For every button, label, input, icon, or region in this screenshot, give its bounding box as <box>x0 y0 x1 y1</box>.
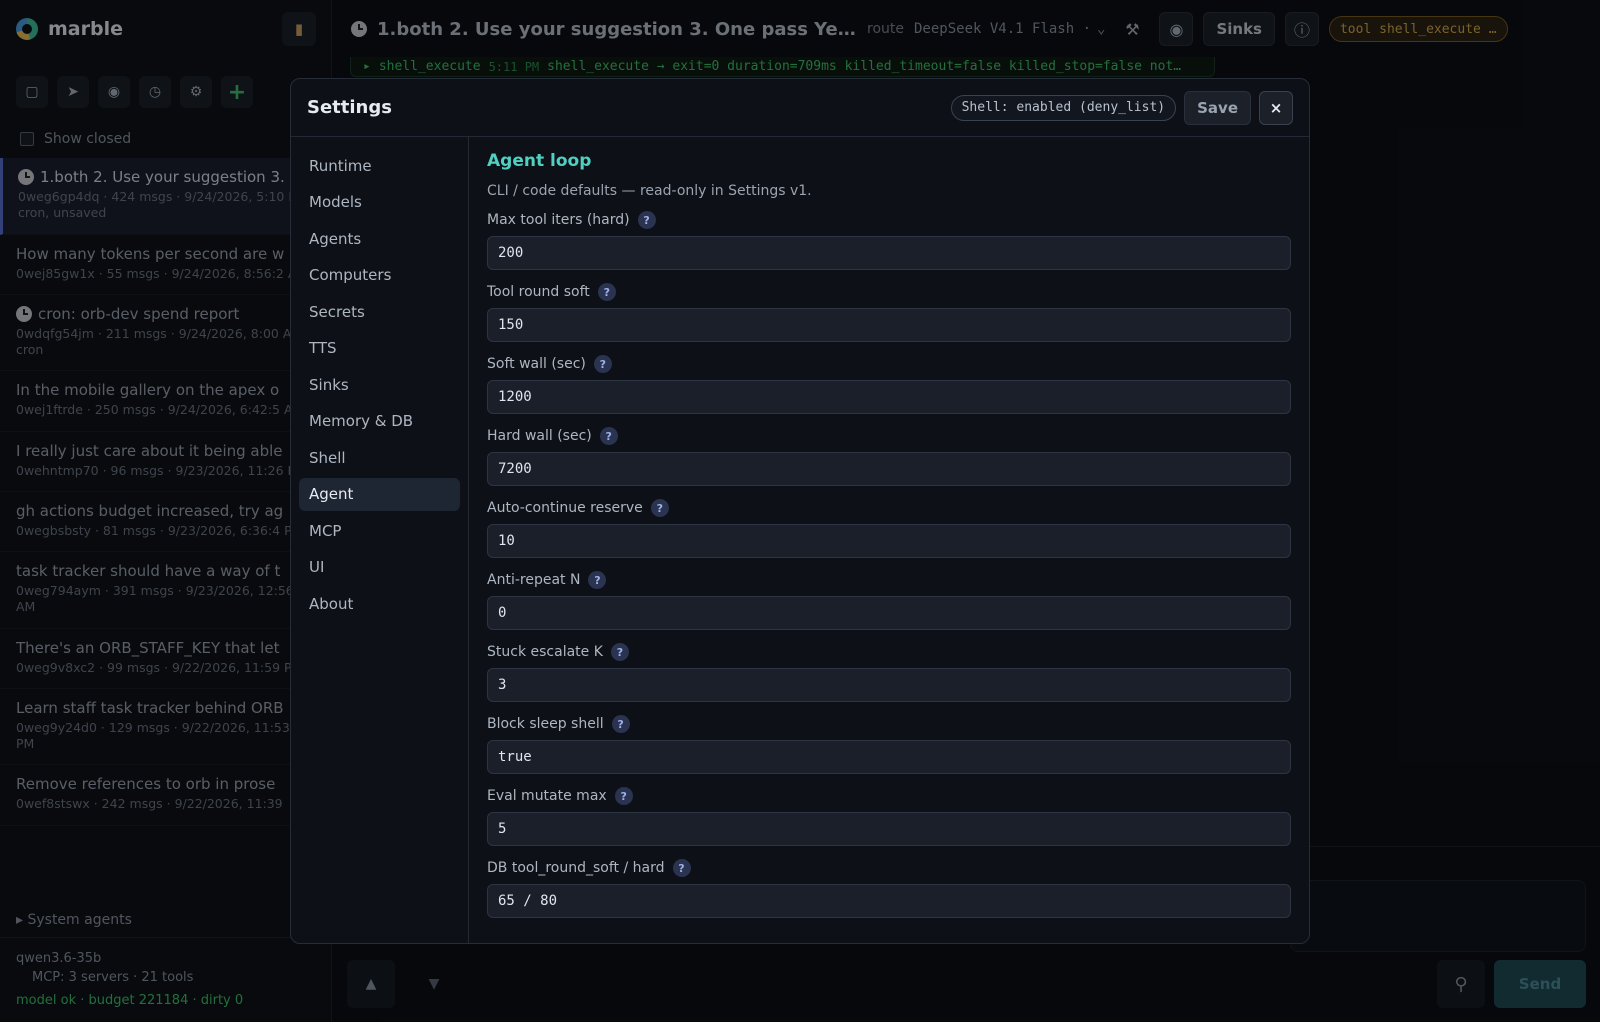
setting-field: Tool round soft? 150 <box>487 282 1291 342</box>
help-icon[interactable]: ? <box>614 787 633 805</box>
setting-field: Eval mutate max? 5 <box>487 786 1291 846</box>
setting-input-anti-repeat-n[interactable]: 0 <box>487 596 1291 630</box>
setting-input-block-sleep-shell[interactable]: true <box>487 740 1291 774</box>
settings-modal: Settings Shell: enabled (deny_list) Save… <box>290 78 1310 944</box>
help-icon[interactable]: ? <box>672 859 691 877</box>
setting-label-row: Hard wall (sec)? <box>487 426 1291 446</box>
setting-label: Eval mutate max <box>487 788 607 804</box>
setting-field: Max tool iters (hard)? 200 <box>487 210 1291 270</box>
help-icon[interactable]: ? <box>593 355 612 373</box>
settings-nav-tts[interactable]: TTS <box>299 332 460 365</box>
setting-label-row: Max tool iters (hard)? <box>487 210 1291 230</box>
setting-input-stuck-escalate-k[interactable]: 3 <box>487 668 1291 702</box>
help-icon[interactable]: ? <box>610 643 629 661</box>
setting-label-row: DB tool_round_soft / hard? <box>487 858 1291 878</box>
settings-nav-secrets[interactable]: Secrets <box>299 295 460 328</box>
help-icon[interactable]: ? <box>588 571 607 589</box>
setting-input-db-tool-round-soft-hard[interactable]: 65 / 80 <box>487 884 1291 918</box>
setting-label: Auto-continue reserve <box>487 500 643 516</box>
setting-label: DB tool_round_soft / hard <box>487 860 665 876</box>
setting-label: Anti-repeat N <box>487 572 581 588</box>
setting-field: Auto-continue reserve? 10 <box>487 498 1291 558</box>
section-title: Agent loop <box>487 151 592 171</box>
setting-label-row: Anti-repeat N? <box>487 570 1291 590</box>
section-description: CLI / code defaults — read-only in Setti… <box>487 183 812 199</box>
help-icon[interactable]: ? <box>637 211 656 229</box>
setting-label: Hard wall (sec) <box>487 428 592 444</box>
help-icon[interactable]: ? <box>650 499 669 517</box>
setting-field: Hard wall (sec)? 7200 <box>487 426 1291 486</box>
setting-input-soft-wall-sec[interactable]: 1200 <box>487 380 1291 414</box>
settings-nav-models[interactable]: Models <box>299 186 460 219</box>
setting-label-row: Soft wall (sec)? <box>487 354 1291 374</box>
settings-nav-agent[interactable]: Agent <box>299 477 460 511</box>
settings-nav-computers[interactable]: Computers <box>299 259 460 292</box>
settings-nav: Runtime Models Agents Computers Secrets TTS Si… <box>291 137 469 943</box>
settings-nav-ui[interactable]: UI <box>299 551 460 584</box>
setting-field: Soft wall (sec)? 1200 <box>487 354 1291 414</box>
setting-field: Block sleep shell? true <box>487 714 1291 774</box>
settings-nav-about[interactable]: About <box>299 587 460 620</box>
setting-label: Soft wall (sec) <box>487 356 586 372</box>
close-icon[interactable]: × <box>1259 90 1293 125</box>
help-icon[interactable]: ? <box>599 427 618 445</box>
setting-field: Anti-repeat N? 0 <box>487 570 1291 630</box>
shell-status-badge: Shell: enabled (deny_list) <box>950 94 1177 121</box>
setting-label: Block sleep shell <box>487 716 604 732</box>
help-icon[interactable]: ? <box>597 283 616 301</box>
settings-fields: Max tool iters (hard)? 200 Tool round soft… <box>487 210 1291 918</box>
setting-label: Tool round soft <box>487 284 590 300</box>
setting-label-row: Block sleep shell? <box>487 714 1291 734</box>
help-icon[interactable]: ? <box>611 715 630 733</box>
settings-nav-sinks[interactable]: Sinks <box>299 368 460 401</box>
settings-nav-mcp[interactable]: MCP <box>299 514 460 547</box>
save-button[interactable]: Save <box>1184 90 1251 125</box>
setting-field: Stuck escalate K? 3 <box>487 642 1291 702</box>
setting-label: Stuck escalate K <box>487 644 603 660</box>
setting-label-row: Tool round soft? <box>487 282 1291 302</box>
setting-label-row: Auto-continue reserve? <box>487 498 1291 518</box>
setting-field: DB tool_round_soft / hard? 65 / 80 <box>487 858 1291 918</box>
setting-input-auto-continue-reserve[interactable]: 10 <box>487 524 1291 558</box>
settings-nav-memory-db[interactable]: Memory & DB <box>299 405 460 438</box>
settings-nav-agents[interactable]: Agents <box>299 222 460 255</box>
settings-nav-shell[interactable]: Shell <box>299 441 460 474</box>
setting-input-hard-wall-sec[interactable]: 7200 <box>487 452 1291 486</box>
settings-content: Agent loop CLI / code defaults — read-on… <box>469 137 1309 943</box>
setting-label-row: Stuck escalate K? <box>487 642 1291 662</box>
setting-label-row: Eval mutate max? <box>487 786 1291 806</box>
setting-input-eval-mutate-max[interactable]: 5 <box>487 812 1291 846</box>
setting-label: Max tool iters (hard) <box>487 212 630 228</box>
settings-header: Settings Shell: enabled (deny_list) Save… <box>291 79 1309 137</box>
setting-input-tool-round-soft[interactable]: 150 <box>487 308 1291 342</box>
setting-input-max-tool-iters-hard[interactable]: 200 <box>487 236 1291 270</box>
settings-title: Settings <box>307 97 392 118</box>
settings-nav-runtime[interactable]: Runtime <box>299 149 460 182</box>
